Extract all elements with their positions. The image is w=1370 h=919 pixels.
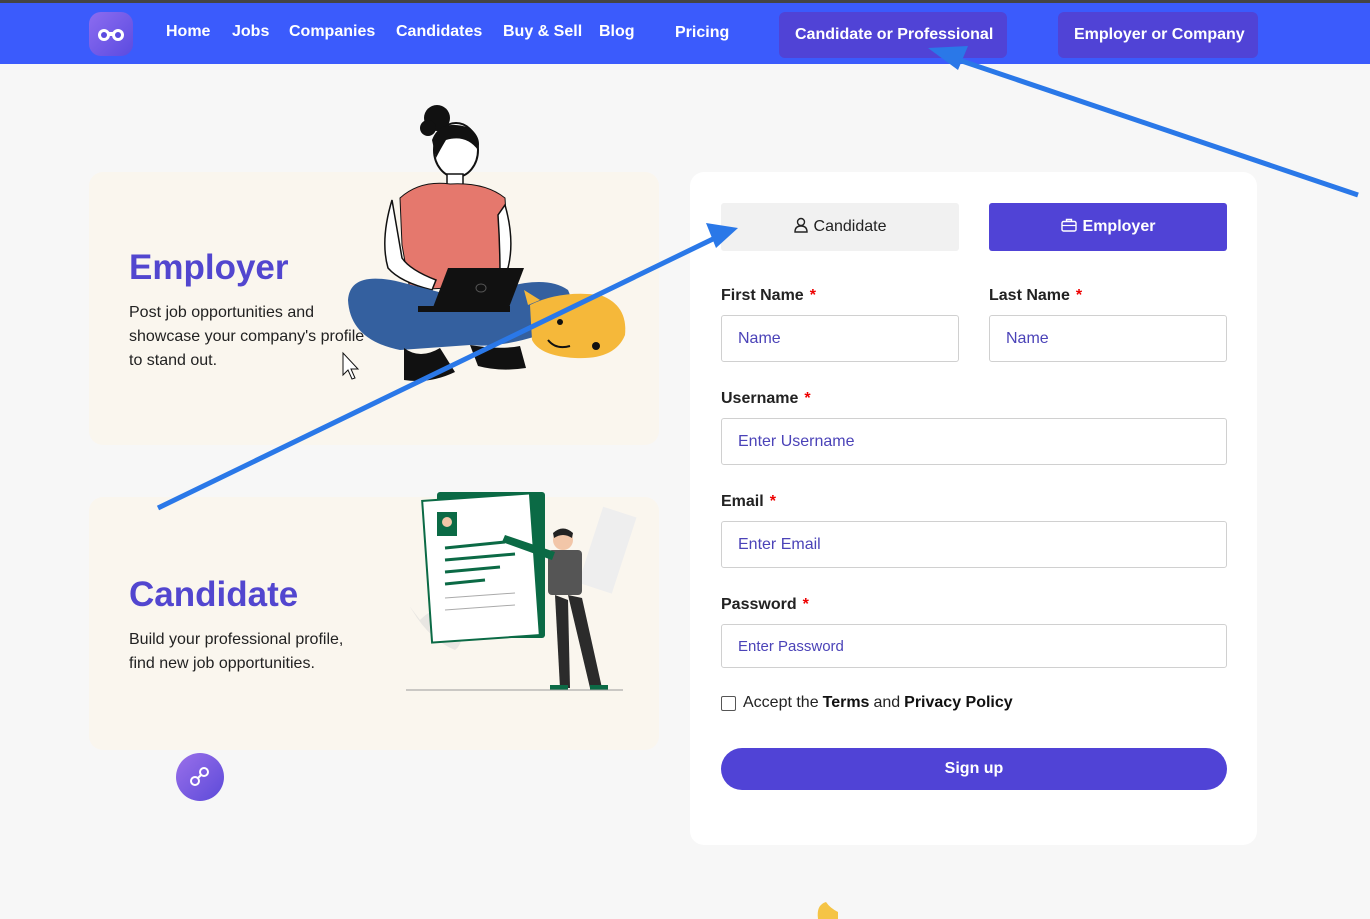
- required-mark: *: [1075, 287, 1083, 304]
- first-name-label: First Name *: [721, 287, 816, 305]
- candidate-professional-button[interactable]: Candidate or Professional: [779, 12, 1007, 58]
- top-navbar: Home Jobs Companies Candidates Buy & Sel…: [0, 0, 1370, 64]
- nav-blog[interactable]: Blog: [599, 23, 635, 41]
- required-mark: *: [809, 287, 816, 304]
- chat-widget-icon[interactable]: [176, 753, 224, 801]
- employer-card-title: Employer: [129, 248, 289, 287]
- candidate-card[interactable]: Candidate Build your professional profil…: [89, 497, 659, 750]
- label-text: First Name: [721, 287, 804, 304]
- signup-button[interactable]: Sign up: [721, 748, 1227, 790]
- last-name-input[interactable]: [989, 315, 1227, 362]
- user-icon: [793, 217, 808, 238]
- tab-candidate[interactable]: Candidate: [721, 203, 959, 251]
- label-text: Email: [721, 493, 764, 510]
- accept-terms-checkbox[interactable]: [721, 695, 736, 711]
- employer-company-button[interactable]: Employer or Company: [1058, 12, 1258, 58]
- employer-card[interactable]: Employer Post job opportunities and show…: [89, 172, 659, 445]
- tab-employer[interactable]: Employer: [989, 203, 1227, 251]
- tab-candidate-label: Candidate: [813, 218, 887, 235]
- label-text: Password: [721, 596, 797, 613]
- nav-home[interactable]: Home: [166, 23, 210, 41]
- password-input[interactable]: [721, 624, 1227, 668]
- privacy-policy-link[interactable]: Privacy Policy: [904, 694, 1013, 712]
- signup-form-panel: Candidate Employer First Name * Last Name…: [690, 172, 1257, 845]
- email-label: Email *: [721, 493, 776, 511]
- required-mark: *: [804, 390, 811, 407]
- employer-card-description: Post job opportunities and showcase your…: [129, 301, 364, 373]
- label-text: Username: [721, 390, 799, 407]
- terms-row: Accept the Terms and Privacy Policy: [721, 694, 1013, 712]
- desc-line: Build your professional profile,: [129, 631, 344, 648]
- required-mark: *: [802, 596, 809, 613]
- candidate-card-title: Candidate: [129, 575, 299, 614]
- label-text: Last Name: [989, 287, 1070, 304]
- desc-line: to stand out.: [129, 352, 218, 369]
- candidate-card-description: Build your professional profile, find ne…: [129, 628, 343, 676]
- terms-link[interactable]: Terms: [823, 694, 870, 712]
- first-name-input[interactable]: [721, 315, 959, 362]
- desc-line: showcase your company's profile: [129, 328, 365, 345]
- required-mark: *: [769, 493, 776, 510]
- nav-jobs[interactable]: Jobs: [232, 23, 269, 41]
- nav-pricing[interactable]: Pricing: [675, 24, 729, 42]
- tab-employer-label: Employer: [1082, 218, 1156, 235]
- nav-candidates[interactable]: Candidates: [396, 23, 482, 41]
- binoculars-icon[interactable]: [89, 12, 133, 56]
- briefcase-icon: [1060, 218, 1077, 237]
- email-input[interactable]: [721, 521, 1227, 568]
- nav-buy-sell[interactable]: Buy & Sell: [503, 23, 582, 41]
- desc-line: Post job opportunities and: [129, 304, 315, 321]
- nav-companies[interactable]: Companies: [289, 23, 375, 41]
- username-input[interactable]: [721, 418, 1227, 465]
- last-name-label: Last Name *: [989, 287, 1082, 305]
- terms-prefix: Accept the: [743, 694, 819, 711]
- desc-line: find new job opportunities.: [129, 655, 315, 672]
- terms-and: and: [873, 694, 901, 711]
- password-label: Password *: [721, 596, 809, 614]
- username-label: Username *: [721, 390, 811, 408]
